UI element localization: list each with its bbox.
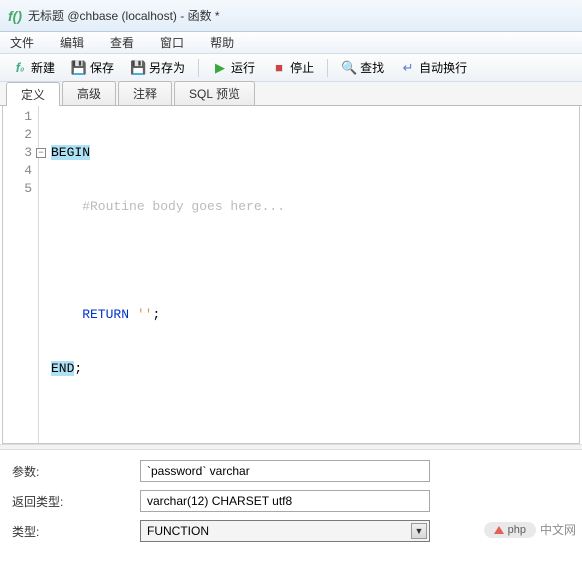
- tabstrip: 定义 高级 注释 SQL 预览: [0, 82, 582, 106]
- line-number: 3: [3, 144, 32, 162]
- menu-window[interactable]: 窗口: [156, 32, 188, 53]
- run-button[interactable]: ▶ 运行: [206, 56, 261, 79]
- params-input[interactable]: [140, 460, 430, 482]
- return-type-label: 返回类型:: [12, 493, 132, 510]
- save-icon: 💾: [71, 60, 87, 76]
- code-line: RETURN '';: [43, 306, 575, 324]
- tab-definition[interactable]: 定义: [6, 82, 60, 106]
- triangle-icon: [494, 526, 504, 534]
- code-editor[interactable]: 1 2 3 4 5 −BEGIN #Routine body goes here…: [2, 106, 580, 444]
- watermark-badge-text: php: [508, 524, 526, 536]
- tab-advanced[interactable]: 高级: [62, 81, 116, 105]
- saveas-label: 另存为: [149, 59, 185, 76]
- run-icon: ▶: [212, 60, 228, 76]
- function-icon: f(): [8, 8, 22, 24]
- toolbar: f₀ 新建 💾 保存 💾 另存为 ▶ 运行 ■ 停止 🔍 查找 ↵ 自动换行: [0, 54, 582, 82]
- type-select[interactable]: FUNCTION ▼: [140, 520, 430, 542]
- fold-icon[interactable]: −: [36, 148, 46, 158]
- wrap-button[interactable]: ↵ 自动换行: [394, 56, 473, 79]
- save-label: 保存: [90, 59, 114, 76]
- watermark-text: 中文网: [540, 521, 576, 538]
- stop-icon: ■: [271, 60, 287, 76]
- menubar: 文件 编辑 查看 窗口 帮助: [0, 32, 582, 54]
- code-blank: [51, 253, 59, 268]
- titlebar-left: f() 无标题 @chbase (localhost) - 函数 *: [8, 7, 220, 24]
- line-number: 4: [3, 162, 32, 180]
- watermark-badge: php: [484, 522, 536, 538]
- wrap-label: 自动换行: [419, 59, 467, 76]
- params-label: 参数:: [12, 463, 132, 480]
- saveas-button[interactable]: 💾 另存为: [124, 56, 191, 79]
- run-label: 运行: [231, 59, 255, 76]
- code-comment: #Routine body goes here...: [51, 199, 285, 214]
- tab-comment[interactable]: 注释: [118, 81, 172, 105]
- code-line: #Routine body goes here...: [43, 198, 575, 216]
- save-button[interactable]: 💾 保存: [65, 56, 120, 79]
- code-line: [43, 252, 575, 270]
- line-number: 2: [3, 126, 32, 144]
- keyword-end: END: [51, 361, 74, 376]
- saveas-icon: 💾: [130, 60, 146, 76]
- code-line: −BEGIN: [43, 144, 575, 162]
- find-label: 查找: [360, 59, 384, 76]
- new-icon: f₀: [12, 60, 28, 76]
- code-punct: ;: [152, 307, 160, 322]
- type-select-value: FUNCTION: [147, 524, 209, 538]
- window-title: 无标题 @chbase (localhost) - 函数 *: [28, 7, 220, 24]
- code-line: END;: [43, 360, 575, 378]
- code-area[interactable]: −BEGIN #Routine body goes here... RETURN…: [39, 106, 579, 443]
- type-label: 类型:: [12, 523, 132, 540]
- search-icon: 🔍: [341, 60, 357, 76]
- code-punct: ;: [74, 361, 82, 376]
- stop-button[interactable]: ■ 停止: [265, 56, 320, 79]
- watermark: php 中文网: [484, 521, 576, 538]
- new-button[interactable]: f₀ 新建: [6, 56, 61, 79]
- return-type-input[interactable]: [140, 490, 430, 512]
- chevron-down-icon: ▼: [411, 523, 427, 539]
- line-number-gutter: 1 2 3 4 5: [3, 106, 39, 443]
- code-string: '': [137, 307, 153, 322]
- menu-help[interactable]: 帮助: [206, 32, 238, 53]
- find-button[interactable]: 🔍 查找: [335, 56, 390, 79]
- line-number: 5: [3, 180, 32, 198]
- toolbar-separator: [327, 59, 328, 77]
- keyword-return: RETURN: [51, 307, 137, 322]
- line-number: 1: [3, 108, 32, 126]
- keyword-begin: BEGIN: [51, 145, 90, 160]
- wrap-icon: ↵: [400, 60, 416, 76]
- tab-sql-preview[interactable]: SQL 预览: [174, 81, 255, 105]
- menu-edit[interactable]: 编辑: [56, 32, 88, 53]
- window-titlebar: f() 无标题 @chbase (localhost) - 函数 *: [0, 0, 582, 32]
- toolbar-separator: [198, 59, 199, 77]
- menu-file[interactable]: 文件: [6, 32, 38, 53]
- new-label: 新建: [31, 59, 55, 76]
- stop-label: 停止: [290, 59, 314, 76]
- menu-view[interactable]: 查看: [106, 32, 138, 53]
